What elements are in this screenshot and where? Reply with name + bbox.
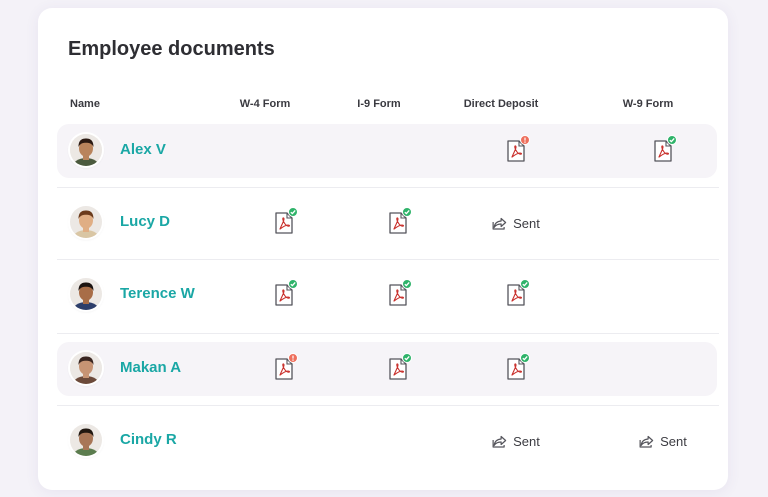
share-arrow-icon [492, 435, 507, 448]
cell-deposit: Sent [492, 196, 540, 250]
pdf-file-icon[interactable] [507, 279, 530, 306]
row-divider [57, 259, 719, 260]
employee-name-link[interactable]: Alex V [120, 141, 166, 158]
check-badge-icon [288, 207, 298, 217]
table-row[interactable]: Alex V [57, 124, 717, 178]
avatar [70, 278, 102, 310]
pdf-file-icon[interactable] [507, 135, 530, 162]
table-row[interactable]: Makan A [57, 342, 717, 396]
column-header-direct-deposit: Direct Deposit [463, 98, 539, 110]
share-arrow-icon [492, 217, 507, 230]
sent-label: Sent [513, 215, 540, 231]
cell-i9 [389, 268, 412, 322]
check-badge-icon [402, 279, 412, 289]
pdf-file-icon[interactable] [654, 135, 677, 162]
pdf-file-icon[interactable] [275, 207, 298, 234]
pdf-file-icon[interactable] [389, 279, 412, 306]
page-title: Employee documents [68, 38, 275, 60]
alert-badge-icon [288, 353, 298, 363]
cell-deposit: Sent [492, 414, 540, 468]
row-divider [57, 405, 719, 406]
cell-deposit [507, 268, 530, 322]
sent-label: Sent [660, 433, 687, 449]
check-badge-icon [520, 353, 530, 363]
employee-name-link[interactable]: Terence W [120, 285, 195, 302]
cell-i9 [389, 342, 412, 396]
check-badge-icon [520, 279, 530, 289]
table-row[interactable]: Terence W [57, 268, 717, 322]
sent-status[interactable]: Sent [639, 434, 687, 449]
column-header-i9: I-9 Form [357, 98, 401, 110]
employee-name-link[interactable]: Lucy D [120, 213, 170, 230]
column-header-w4: W-4 Form [239, 98, 291, 110]
avatar [70, 352, 102, 384]
alert-badge-icon [520, 135, 530, 145]
pdf-file-icon[interactable] [389, 353, 412, 380]
employee-name-link[interactable]: Cindy R [120, 431, 177, 448]
sent-status[interactable]: Sent [492, 434, 540, 449]
pdf-file-icon[interactable] [275, 279, 298, 306]
check-badge-icon [402, 353, 412, 363]
avatar [70, 206, 102, 238]
check-badge-icon [667, 135, 677, 145]
check-badge-icon [288, 279, 298, 289]
avatar [70, 134, 102, 166]
cell-deposit [507, 342, 530, 396]
table-row[interactable]: Cindy R Sent Sent [57, 414, 717, 468]
sent-label: Sent [513, 433, 540, 449]
cell-w9: Sent [639, 414, 687, 468]
cell-i9 [389, 196, 412, 250]
employee-name-link[interactable]: Makan A [120, 359, 181, 376]
pdf-file-icon[interactable] [275, 353, 298, 380]
pdf-file-icon[interactable] [389, 207, 412, 234]
avatar [70, 424, 102, 456]
share-arrow-icon [639, 435, 654, 448]
cell-w9 [654, 124, 677, 178]
column-header-name: Name [70, 98, 100, 110]
cell-w4 [275, 342, 298, 396]
column-header-w9: W-9 Form [622, 98, 674, 110]
row-divider [57, 333, 719, 334]
cell-w4 [275, 196, 298, 250]
check-badge-icon [402, 207, 412, 217]
table-row[interactable]: Lucy D Sent [57, 196, 717, 250]
row-divider [57, 187, 719, 188]
sent-status[interactable]: Sent [492, 216, 540, 231]
employee-documents-card: Employee documents Name W-4 Form I-9 For… [38, 8, 728, 490]
cell-w4 [275, 268, 298, 322]
cell-deposit [507, 124, 530, 178]
pdf-file-icon[interactable] [507, 353, 530, 380]
